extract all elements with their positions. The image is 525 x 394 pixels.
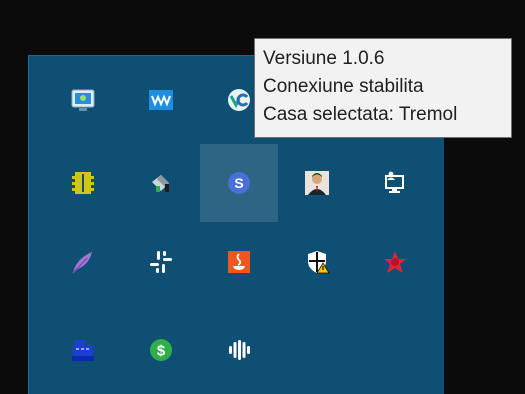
virus-star-icon (384, 251, 406, 273)
tray-item-waveform-logo[interactable] (200, 311, 278, 389)
feather-icon (72, 252, 92, 274)
paint-bucket-icon (152, 175, 169, 192)
tray-item-device-chip[interactable] (44, 144, 122, 222)
waveform-logo-icon (229, 340, 250, 360)
vc-logo-icon (228, 89, 250, 111)
tray-item-network-monitor[interactable] (44, 61, 122, 139)
sync-s-icon: S (228, 172, 250, 194)
tray-item-java[interactable] (200, 223, 278, 301)
tooltip-connection-status: Conexiune stabilita (263, 76, 424, 97)
tooltip-version: Versiune 1.0.6 (263, 48, 385, 69)
tray-item-slack[interactable] (122, 223, 200, 301)
svg-text:S: S (234, 175, 243, 191)
network-monitor-icon (71, 89, 95, 111)
tray-item-sync-s[interactable]: S (200, 144, 278, 222)
java-icon (228, 251, 250, 273)
monitor-user-icon (385, 171, 404, 193)
shield-warning-icon (308, 251, 330, 274)
svg-text:$: $ (157, 343, 166, 360)
tray-item-paint-bucket[interactable] (122, 144, 200, 222)
tooltip-selected-house: Casa selectata: Tremol (263, 104, 458, 125)
cash-register-icon (72, 340, 94, 361)
tray-item-avatar-man[interactable] (278, 144, 356, 222)
tray-item-shield-warning[interactable] (278, 223, 356, 301)
tray-item-monitor-user[interactable] (356, 144, 434, 222)
slack-icon (150, 251, 172, 273)
tray-item-audio-waves[interactable] (122, 61, 200, 139)
audio-waves-icon (149, 90, 173, 110)
dollar-icon: $ (150, 339, 172, 361)
tray-item-feather[interactable] (44, 223, 122, 301)
device-chip-icon (72, 172, 94, 194)
tray-item-virus-star[interactable] (356, 223, 434, 301)
tray-item-cash-register[interactable] (44, 311, 122, 389)
avatar-man-icon (305, 171, 329, 195)
tray-item-dollar[interactable]: $ (122, 311, 200, 389)
tray-tooltip: Versiune 1.0.6 Conexiune stabilita Casa … (254, 38, 512, 138)
